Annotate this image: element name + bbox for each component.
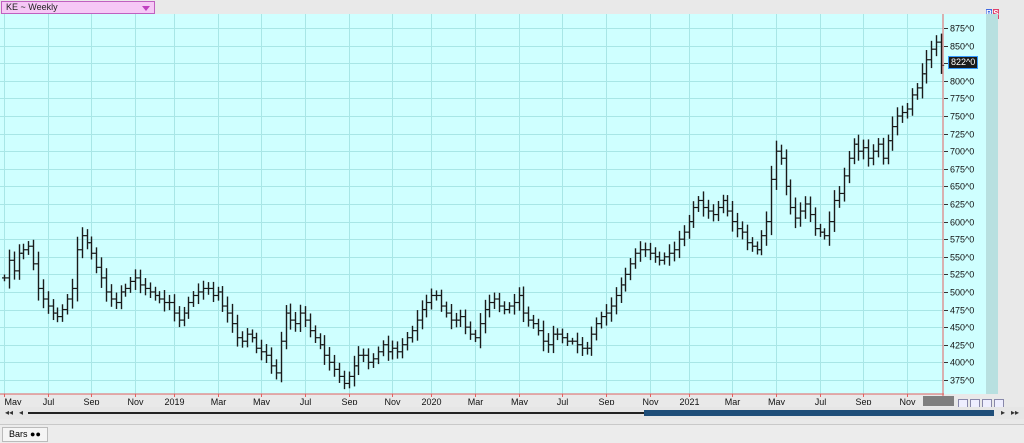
x-tick-label: 2019 (164, 397, 184, 405)
y-tick-label: 500^0 (950, 288, 974, 298)
y-tick-label: 625^0 (950, 200, 974, 210)
x-tick-label: Sep (855, 397, 871, 405)
x-tick-label: Sep (83, 397, 99, 405)
tab-bars-label: Bars (9, 429, 28, 439)
y-tick-label: 675^0 (950, 165, 974, 175)
y-tick-label: 475^0 (950, 306, 974, 316)
y-tick-label: 375^0 (950, 376, 974, 386)
right-scroll-gutter[interactable] (986, 14, 998, 394)
x-tick-label: May (511, 397, 529, 405)
first-icon[interactable]: ◂◂ (4, 408, 14, 417)
y-tick-label: 600^0 (950, 218, 974, 228)
y-tick-label: 550^0 (950, 253, 974, 263)
y-tick-label: 650^0 (950, 182, 974, 192)
x-tick-label: 2020 (421, 397, 441, 405)
last-icon[interactable]: ▸▸ (1010, 408, 1020, 417)
y-tick-label: 525^0 (950, 270, 974, 280)
x-tick-label: Nov (384, 397, 401, 405)
x-tick-label: Mar (725, 397, 741, 405)
x-tick-label: 2021 (679, 397, 699, 405)
tab-bars[interactable]: Bars ●● (2, 427, 48, 442)
x-tick-label: Nov (899, 397, 916, 405)
x-tick-label: Jul (300, 397, 312, 405)
x-tick-label: Sep (341, 397, 357, 405)
y-tick-label: 450^0 (950, 323, 974, 333)
x-tick-label: Nov (642, 397, 659, 405)
y-tick-label: 850^0 (950, 42, 974, 52)
x-tick-label: Mar (468, 397, 484, 405)
x-tick-label: May (253, 397, 271, 405)
x-tick-label: May (768, 397, 786, 405)
y-tick-label: 725^0 (950, 130, 974, 140)
x-tick-label: Jul (557, 397, 569, 405)
y-tick-label: 775^0 (950, 94, 974, 104)
last-price-tag: 822^0 (948, 56, 979, 69)
link-icon: ●● (30, 429, 41, 439)
prev-icon[interactable]: ◂ (16, 408, 26, 417)
price-chart[interactable]: 875^0850^0825^0800^0775^0750^0725^0700^0… (0, 0, 1024, 405)
y-tick-label: 425^0 (950, 341, 974, 351)
x-tick-label: Mar (211, 397, 227, 405)
x-tick-label: Nov (127, 397, 144, 405)
next-icon[interactable]: ▸ (998, 408, 1008, 417)
time-axis-indicator (923, 396, 954, 406)
x-axis-ticks: May Jul Sep Nov 2019 Mar May Jul Sep Nov 2020 Mar Ma… (4, 394, 916, 405)
y-tick-label: 400^0 (950, 358, 974, 368)
y-tick-label: 800^0 (950, 77, 974, 87)
x-tick-label: Jul (815, 397, 827, 405)
x-tick-label: Sep (598, 397, 614, 405)
scroll-thumb[interactable] (644, 410, 994, 416)
status-bar: Bars ●● (0, 424, 1024, 443)
x-tick-label: May (5, 397, 23, 405)
zoom-toolbar (958, 396, 1006, 409)
y-tick-label: 750^0 (950, 112, 974, 122)
y-tick-label: 700^0 (950, 147, 974, 157)
x-tick-label: Jul (43, 397, 55, 405)
y-tick-label: 875^0 (950, 24, 974, 34)
y-tick-label: 575^0 (950, 235, 974, 245)
horizontal-scrollbar[interactable]: ◂◂ ◂ ▸ ▸▸ (0, 407, 1024, 419)
